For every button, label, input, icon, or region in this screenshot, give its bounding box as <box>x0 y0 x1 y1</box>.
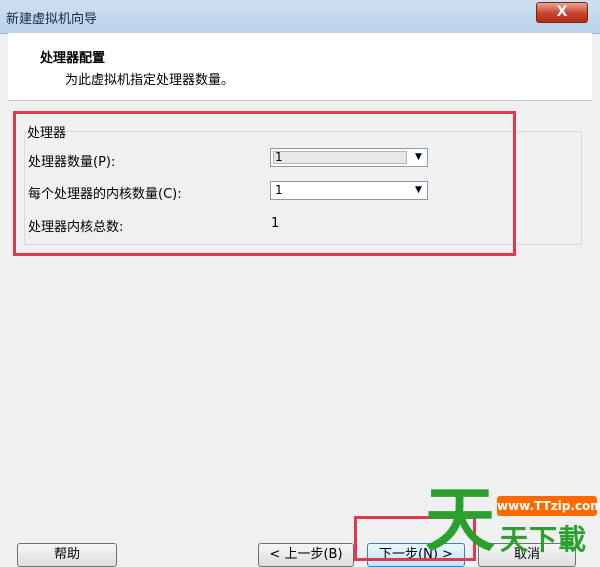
back-button[interactable]: < 上一步(B) <box>258 543 354 567</box>
close-button[interactable]: X <box>536 2 588 23</box>
watermark-url: www.TTzip.com <box>497 496 600 516</box>
wizard-header: 处理器配置 为此虚拟机指定处理器数量。 <box>8 33 592 101</box>
page-title: 处理器配置 <box>40 51 106 66</box>
watermark-text: 天下載 <box>500 523 588 556</box>
close-icon: X <box>556 4 568 20</box>
window-title: 新建虚拟机向导 <box>6 12 98 27</box>
watermark-logo: 天 <box>425 479 495 561</box>
page-subtitle: 为此虚拟机指定处理器数量。 <box>65 73 235 88</box>
window-titlebar: 新建虚拟机向导 X <box>0 0 600 34</box>
processor-highlight-box <box>13 111 516 256</box>
help-button[interactable]: 帮助 <box>17 543 117 567</box>
